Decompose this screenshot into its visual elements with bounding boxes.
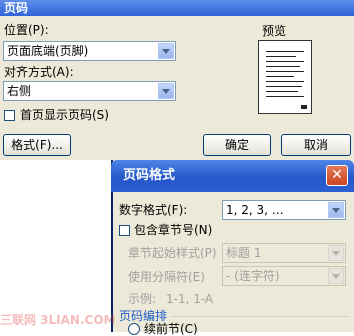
chevron-down-icon[interactable] bbox=[328, 202, 344, 218]
separator-value: - (连字符) bbox=[226, 269, 280, 283]
cancel-button[interactable]: 取消 bbox=[281, 134, 351, 156]
number-format-select[interactable]: 1, 2, 3, … bbox=[222, 200, 346, 220]
chevron-down-icon[interactable] bbox=[158, 43, 174, 59]
chevron-down-icon[interactable] bbox=[328, 245, 344, 261]
ok-button[interactable]: 确定 bbox=[203, 134, 271, 156]
position-select-value: 页面底端(页脚) bbox=[7, 44, 89, 58]
section-divider bbox=[172, 316, 348, 317]
chapter-style-value: 标题 1 bbox=[226, 246, 262, 260]
separator-select[interactable]: - (连字符) bbox=[222, 266, 346, 286]
number-format-value: 1, 2, 3, … bbox=[226, 203, 284, 217]
position-select[interactable]: 页面底端(页脚) bbox=[3, 41, 176, 61]
alignment-label: 对齐方式(A): bbox=[4, 65, 74, 79]
number-format-label: 数字格式(F): bbox=[119, 203, 188, 217]
example-value: 1-1, 1-A bbox=[166, 292, 214, 306]
example-label: 示例: bbox=[128, 292, 157, 306]
alignment-select[interactable]: 右侧 bbox=[3, 81, 176, 101]
separator-label: 使用分隔符(E) bbox=[128, 270, 205, 284]
page-number-marker bbox=[301, 105, 307, 109]
preview-page-thumbnail bbox=[258, 40, 312, 114]
close-icon[interactable]: ✕ bbox=[326, 165, 348, 186]
position-label: 位置(P): bbox=[4, 23, 49, 37]
continue-radio-label: 续前节(C) bbox=[144, 322, 198, 336]
format-button[interactable]: 格式(F)... bbox=[3, 134, 71, 156]
chapter-style-select[interactable]: 标题 1 bbox=[222, 243, 346, 263]
chevron-down-icon[interactable] bbox=[328, 268, 344, 284]
chapter-style-label: 章节起始样式(P) bbox=[128, 246, 217, 260]
alignment-select-value: 右侧 bbox=[7, 84, 32, 98]
first-page-checkbox[interactable] bbox=[4, 110, 15, 121]
include-chapter-checkbox[interactable] bbox=[119, 225, 130, 236]
page-number-dialog-title: 页码 bbox=[0, 0, 354, 16]
page-number-format-dialog-title: 页码格式 bbox=[111, 160, 354, 192]
first-page-checkbox-label: 首页显示页码(S) bbox=[20, 108, 109, 122]
chevron-down-icon[interactable] bbox=[158, 83, 174, 99]
watermark-text: 三联网 3LIAN.COM bbox=[0, 313, 116, 327]
include-chapter-label: 包含章节号(N) bbox=[134, 223, 213, 237]
preview-label: 预览 bbox=[262, 24, 287, 38]
